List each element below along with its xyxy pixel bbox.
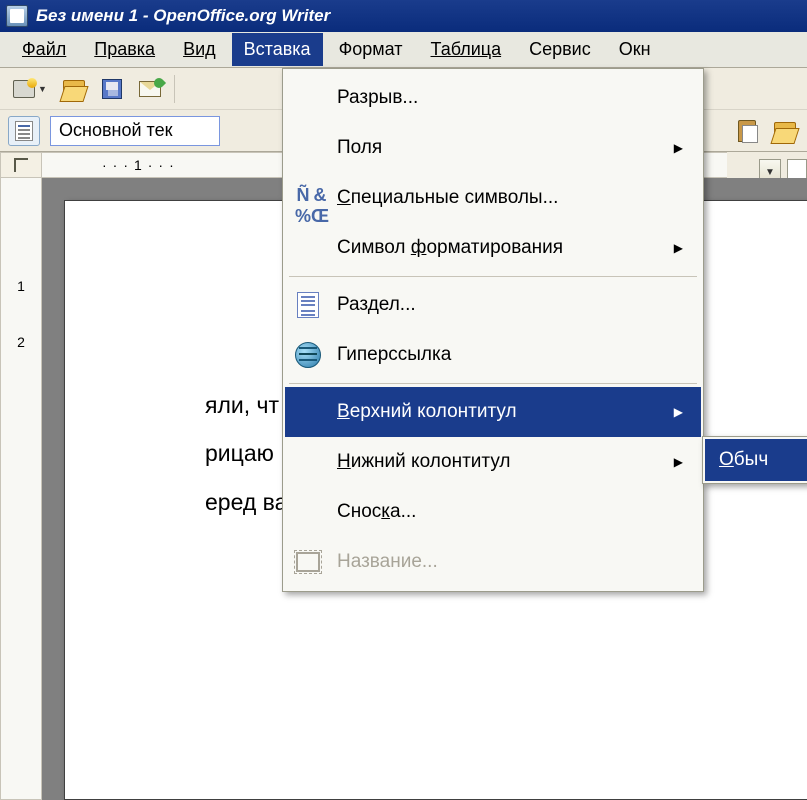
menu-file[interactable]: Файл — [10, 33, 78, 66]
menu-item-formatting-mark[interactable]: Символ форматирования ▶ — [285, 223, 701, 273]
menu-bar: Файл Правка Вид Вставка Формат Таблица С… — [0, 32, 807, 68]
menu-window[interactable]: Окн — [607, 33, 663, 66]
insert-menu-dropdown: Разрыв... Поля ▶ Ñ&%Œ Специальные символ… — [282, 68, 704, 592]
toolbar-right-fragment — [727, 110, 807, 152]
new-icon — [13, 80, 35, 98]
menu-item-hyperlink[interactable]: Гиперссылка — [285, 330, 701, 380]
paragraph-style-combo[interactable]: Основной тек — [50, 116, 220, 146]
save-icon — [102, 79, 122, 99]
menu-item-break[interactable]: Разрыв... — [285, 73, 701, 123]
open-button-2[interactable] — [769, 115, 801, 147]
menu-insert[interactable]: Вставка — [232, 33, 323, 66]
vertical-ruler[interactable]: 1 2 — [0, 178, 42, 800]
menu-item-footer[interactable]: Нижний колонтитул ▶ — [285, 437, 701, 487]
open-button[interactable] — [58, 73, 90, 105]
separator — [174, 75, 175, 103]
menu-item-section[interactable]: Раздел... — [285, 280, 701, 330]
folder-icon — [774, 122, 796, 140]
mail-button[interactable] — [134, 73, 166, 105]
menu-separator — [289, 383, 697, 384]
menu-tools[interactable]: Сервис — [517, 33, 603, 66]
styles-button[interactable] — [8, 116, 40, 146]
submenu-arrow-icon: ▶ — [674, 405, 683, 419]
section-icon — [293, 290, 323, 320]
submenu-arrow-icon: ▶ — [674, 241, 683, 255]
paragraph-style-value: Основной тек — [59, 120, 172, 141]
styles-icon — [15, 121, 33, 141]
paste-button[interactable] — [731, 115, 763, 147]
app-icon — [6, 5, 28, 27]
new-button[interactable]: ▼ — [8, 73, 52, 105]
ruler-corner — [0, 152, 42, 178]
frame-icon — [293, 547, 323, 577]
submenu-item-default[interactable]: Обыч — [705, 439, 807, 481]
save-button[interactable] — [96, 73, 128, 105]
menu-item-fields[interactable]: Поля ▶ — [285, 123, 701, 173]
menu-format[interactable]: Формат — [327, 33, 415, 66]
menu-item-footnote[interactable]: Сноска... — [285, 487, 701, 537]
menu-item-caption: Название... — [285, 537, 701, 587]
mail-icon — [139, 81, 161, 97]
menu-separator — [289, 276, 697, 277]
special-chars-icon: Ñ&%Œ — [293, 183, 323, 213]
menu-view[interactable]: Вид — [171, 33, 228, 66]
folder-open-icon — [63, 80, 85, 98]
header-submenu: Обыч — [702, 436, 807, 484]
paste-icon — [738, 120, 756, 142]
menu-table[interactable]: Таблица — [419, 33, 514, 66]
window-title: Без имени 1 - OpenOffice.org Writer — [36, 6, 330, 26]
menu-edit[interactable]: Правка — [82, 33, 167, 66]
submenu-arrow-icon: ▶ — [674, 455, 683, 469]
submenu-arrow-icon: ▶ — [674, 141, 683, 155]
menu-item-header[interactable]: Верхний колонтитул ▶ — [285, 387, 701, 437]
menu-item-special-chars[interactable]: Ñ&%Œ Специальные символы... — [285, 173, 701, 223]
hyperlink-icon — [293, 340, 323, 370]
title-bar: Без имени 1 - OpenOffice.org Writer — [0, 0, 807, 32]
